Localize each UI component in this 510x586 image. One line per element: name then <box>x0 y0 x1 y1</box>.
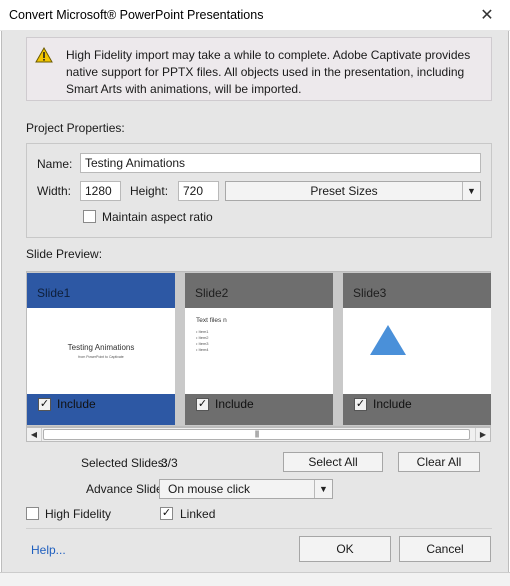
cancel-button[interactable]: Cancel <box>399 536 491 562</box>
scroll-left-icon[interactable]: ◀ <box>27 428 42 441</box>
thumbnail-subtitle: from PowerPoint to Captivate <box>78 355 124 359</box>
footer-divider <box>26 528 492 529</box>
clear-all-button[interactable]: Clear All <box>398 452 480 472</box>
thumbnail-bullet: • Item4 <box>196 347 209 352</box>
project-properties-group: Name: Testing Animations Width: 1280 Hei… <box>26 143 492 238</box>
close-icon[interactable]: ✕ <box>464 0 510 31</box>
window-title: Convert Microsoft® PowerPoint Presentati… <box>9 8 264 22</box>
slide-label: Slide1 <box>37 286 71 300</box>
preset-sizes-value: Preset Sizes <box>310 184 378 198</box>
chevron-down-icon: ▼ <box>314 480 332 498</box>
window-bottom-edge <box>0 572 510 586</box>
slide-preview-panel: Slide1 Testing Animations from PowerPoin… <box>26 271 491 427</box>
maintain-aspect-checkbox[interactable] <box>83 210 96 223</box>
slide-label: Slide2 <box>195 286 229 300</box>
linked-checkbox[interactable]: ✓ <box>160 507 173 520</box>
include-checkbox[interactable]: ✓ <box>354 398 367 411</box>
scroll-right-icon[interactable]: ▶ <box>475 428 490 441</box>
include-label: Include <box>57 397 96 411</box>
preview-scrollbar[interactable]: ◀ |||| ▶ <box>26 427 491 442</box>
name-field[interactable]: Testing Animations <box>80 153 481 173</box>
height-label: Height: <box>130 184 169 198</box>
selected-slides-label: Selected Slides: <box>81 456 168 470</box>
slide-thumbnail[interactable] <box>343 308 491 394</box>
advance-slide-value: On mouse click <box>168 482 251 496</box>
dialog-body: High Fidelity import may take a while to… <box>1 31 509 586</box>
slide-card-1[interactable]: Slide1 Testing Animations from PowerPoin… <box>27 273 175 425</box>
help-link[interactable]: Help... <box>31 543 66 557</box>
warning-banner: High Fidelity import may take a while to… <box>26 37 492 101</box>
warning-icon <box>35 47 53 63</box>
scrollbar-thumb[interactable]: |||| <box>43 429 470 440</box>
select-all-button[interactable]: Select All <box>283 452 383 472</box>
slide-label: Slide3 <box>353 286 387 300</box>
maintain-aspect-label: Maintain aspect ratio <box>102 210 213 224</box>
include-label: Include <box>373 397 412 411</box>
width-label: Width: <box>37 184 72 198</box>
slide-thumbnail[interactable]: Text files n • Item1 • Item2 • Item3 • I… <box>185 308 333 394</box>
width-field[interactable]: 1280 <box>80 181 121 201</box>
triangle-shape <box>370 325 406 355</box>
thumbnail-bullets: • Item1 • Item2 • Item3 • Item4 <box>196 329 209 353</box>
high-fidelity-checkbox[interactable] <box>26 507 39 520</box>
warning-text: High Fidelity import may take a while to… <box>66 48 471 96</box>
chevron-down-icon: ▼ <box>462 182 480 200</box>
selected-slides-value: 3/3 <box>161 456 178 470</box>
linked-label: Linked <box>180 507 216 521</box>
project-properties-heading: Project Properties: <box>26 121 125 135</box>
advance-slide-dropdown[interactable]: On mouse click ▼ <box>159 479 333 499</box>
slide-card-3[interactable]: Slide3 ✓ Include <box>343 273 491 425</box>
slide-card-2[interactable]: Slide2 Text files n • Item1 • Item2 • It… <box>185 273 333 425</box>
thumbnail-title: Text files n <box>196 317 227 324</box>
ok-button[interactable]: OK <box>299 536 391 562</box>
advance-slide-label: Advance Slide: <box>86 482 167 496</box>
grip-icon: |||| <box>254 431 259 438</box>
thumbnail-title: Testing Animations <box>67 343 135 352</box>
include-label: Include <box>215 397 254 411</box>
slide-preview-heading: Slide Preview: <box>26 247 103 261</box>
height-field[interactable]: 720 <box>178 181 219 201</box>
high-fidelity-label: High Fidelity <box>45 507 112 521</box>
name-label: Name: <box>37 157 73 171</box>
include-checkbox[interactable]: ✓ <box>196 398 209 411</box>
preset-sizes-dropdown[interactable]: Preset Sizes ▼ <box>225 181 481 201</box>
title-bar: Convert Microsoft® PowerPoint Presentati… <box>0 0 510 31</box>
slide-thumbnail[interactable]: Testing Animations from PowerPoint to Ca… <box>27 308 175 394</box>
include-checkbox[interactable]: ✓ <box>38 398 51 411</box>
